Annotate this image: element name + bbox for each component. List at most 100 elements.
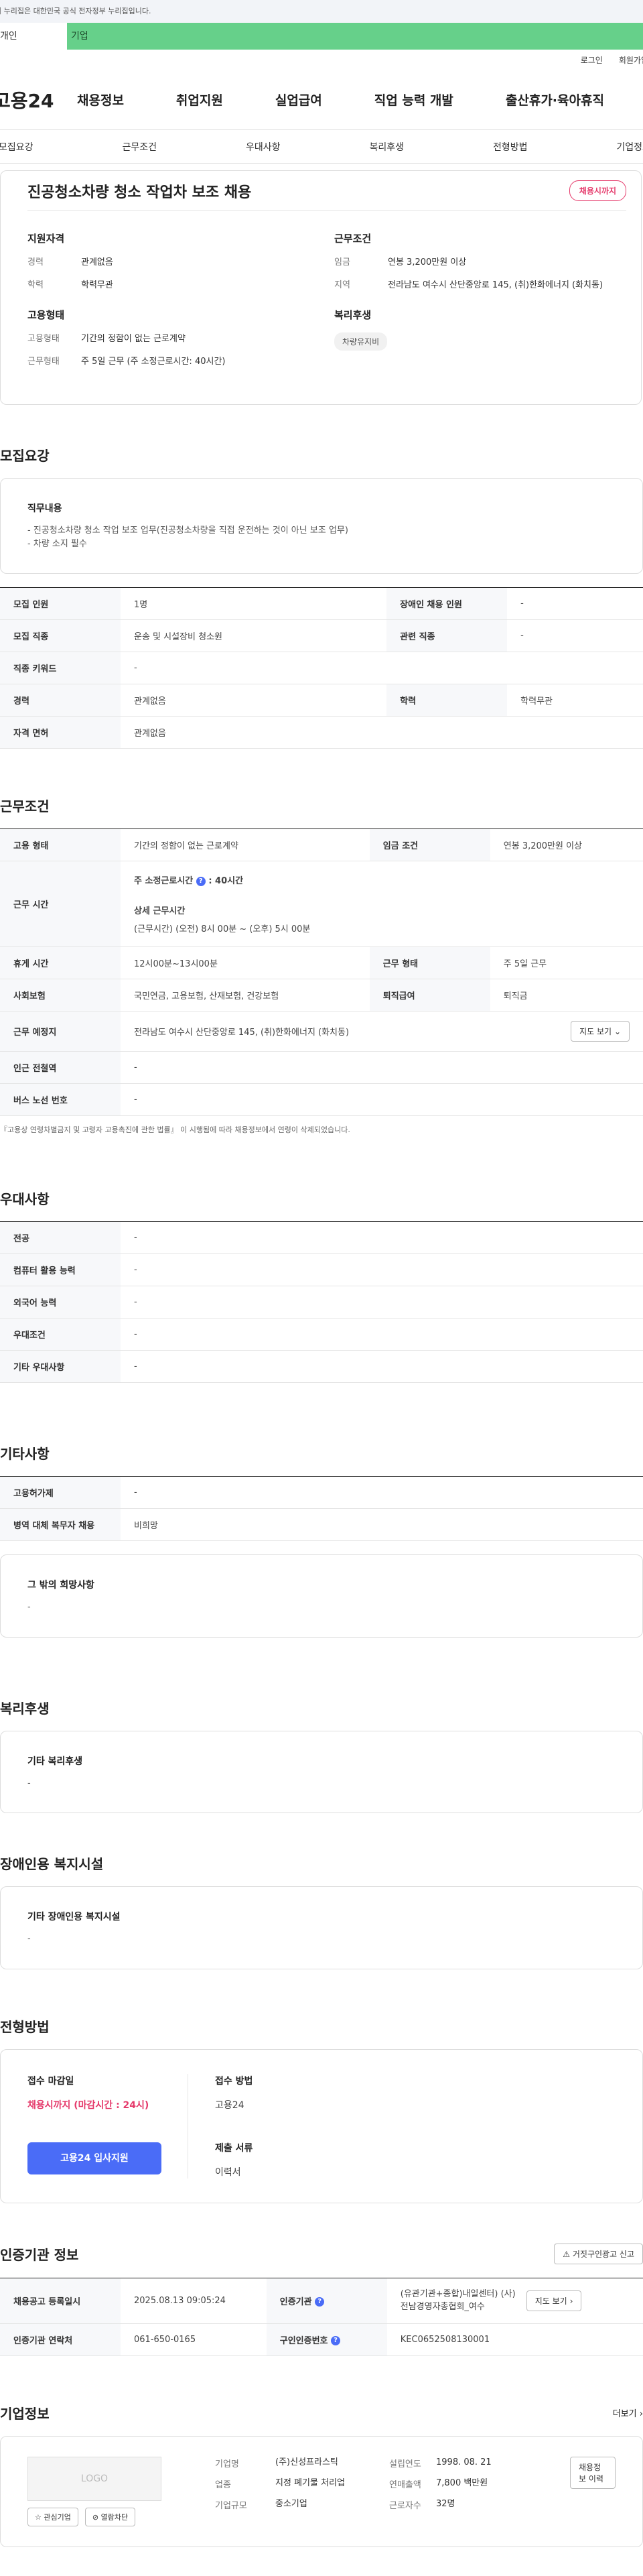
cell-value: -	[121, 1221, 643, 1254]
tab-personal[interactable]: 개인	[0, 23, 67, 50]
interest-button[interactable]: ☆ 관심기업	[27, 2507, 78, 2526]
label: 임금	[334, 257, 350, 267]
deadline-badge: 채용시까지	[569, 180, 626, 201]
tab-company[interactable]: 기업	[67, 23, 643, 50]
section-title-disabled: 장애인용 복지시설	[0, 1856, 104, 1872]
job-summary-card: 진공청소차량 청소 작업차 보조 채용 채용시까지 지원자격 경력 관계없음 학력…	[0, 170, 642, 405]
table-row: 자격 면허 관계없음	[0, 716, 643, 749]
method-value: 고용24	[215, 2099, 244, 2111]
table-row: 모집 인원 1명 장애인 채용 인원 -	[0, 587, 643, 620]
employment-block: 고용형태 고용형태 기간의 정함이 없는 근로계약 근무형태 주 5일 근무 (주 …	[27, 308, 307, 377]
place-cell: 전라남도 여수시 산단중앙로 145, (취)한화에너지 (화치동) 지도 보기…	[121, 1011, 643, 1052]
cell-value: 운송 및 시설장비 청소원	[121, 619, 387, 652]
cell-value: 1명	[121, 587, 387, 620]
section-title-work: 근무조건	[0, 798, 50, 814]
label: 경력	[27, 257, 44, 267]
star-icon: ☆	[35, 2512, 42, 2522]
map-button[interactable]: 지도 보기 ⌄	[571, 1021, 630, 1042]
cell-value: 퇴직금	[490, 979, 643, 1011]
cell-label: 자격 면허	[0, 716, 121, 749]
chevron-right-icon: ›	[639, 2408, 643, 2419]
signup-link[interactable]: 회원가입	[619, 54, 643, 66]
qualification-block: 지원자격 경력 관계없음 학력 학력무관	[27, 231, 307, 301]
hours-main-label: 주 소정근로시간	[134, 876, 194, 886]
cert-map-button[interactable]: 지도 보기 ›	[526, 2290, 582, 2311]
table-row: 전공 -	[0, 1221, 643, 1254]
more-link[interactable]: 더보기 ›	[613, 2406, 643, 2419]
cell-label: 채용공고 등록일시	[0, 2278, 121, 2324]
table-row: 휴게 시간 12시00분~13시00분 근무 형태 주 5일 근무	[0, 946, 643, 979]
block-button[interactable]: ⊘ 열람차단	[84, 2507, 136, 2526]
cell-label: 관련 직종	[386, 619, 508, 652]
help-icon[interactable]: ?	[331, 2336, 341, 2345]
cell-value: -	[121, 1083, 643, 1116]
gnb-parental-leave[interactable]: 출산휴가·육아휴직	[506, 90, 604, 109]
value: 기간의 정함이 없는 근로계약	[81, 334, 186, 344]
cell-label: 학력	[386, 684, 508, 717]
table-row: 근무 시간 주 소정근로시간 ? : 40시간 상세 근무시간 (근무시간) (…	[0, 861, 643, 947]
subnav-preference[interactable]: 우대사항	[246, 140, 281, 154]
qualification-title: 지원자격	[27, 233, 65, 245]
welfare-title: 복리후생	[334, 309, 372, 321]
duty-line: - 진공청소차량 청소 작업 보조 업무(진공청소차량을 직접 운전하는 것이 …	[27, 526, 348, 536]
section-title-process: 전형방법	[0, 2018, 50, 2035]
label: 고용형태	[27, 334, 60, 344]
duty-line: - 차량 소지 필수	[27, 538, 87, 549]
gnb-unemployment-benefit[interactable]: 실업급여	[275, 90, 322, 109]
disabled-box: 기타 장애인용 복지시설 -	[0, 1886, 643, 1969]
cell-label: 인증기관 연락처	[0, 2323, 121, 2356]
subnav-welfare[interactable]: 복리후생	[369, 140, 404, 154]
help-icon[interactable]: ?	[196, 876, 206, 886]
cert-table: 채용공고 등록일시 2025.08.13 09:05:24 인증기관 ? (유관…	[0, 2277, 643, 2356]
job-title: 진공청소차량 청소 작업차 보조 채용	[27, 184, 252, 201]
cell-value: -	[507, 587, 643, 620]
work-table: 고용 형태 기간의 정함이 없는 근로계약 임금 조건 연봉 3,200만원 이…	[0, 829, 643, 1116]
section-title-welfare: 복리후생	[0, 1700, 50, 1717]
cell-value: 연봉 3,200만원 이상	[490, 829, 643, 861]
cell-value: 학력무관	[507, 684, 643, 717]
hours-detail: (근무시간) (오전) 8시 00분 ~ (오후) 5시 00분	[134, 924, 311, 934]
cell-label: 휴게 시간	[0, 946, 121, 979]
chevron-down-icon: ⌄	[614, 1027, 621, 1036]
table-row: 직종 키워드 -	[0, 652, 643, 684]
condition-block: 근무조건 임금 연봉 3,200만원 이상 지역 전라남도 여수시 산단중앙로 14…	[334, 231, 614, 301]
condition-title: 근무조건	[334, 233, 372, 245]
cell-value: 2025.08.13 09:05:24	[121, 2278, 267, 2324]
welfare-block: 복리후생 차량유지비	[334, 308, 614, 377]
help-icon[interactable]: ?	[315, 2297, 325, 2307]
cell-value: -	[121, 1350, 643, 1383]
subnav-conditions[interactable]: 근무조건	[122, 140, 157, 154]
cell-label: 모집 인원	[0, 587, 121, 620]
cell-value: 국민연금, 고용보험, 산재보험, 건강보험	[121, 979, 370, 1011]
hours-detail-label: 상세 근무시간	[134, 906, 186, 916]
hope-box: 그 밖의 희망사항 -	[0, 1554, 643, 1638]
apply-button[interactable]: 고용24 입사지원	[27, 2142, 161, 2174]
gnb-job-training[interactable]: 직업 능력 개발	[374, 90, 453, 109]
site-logo[interactable]: 고용24	[0, 86, 77, 113]
user-type-tabs: 개인 기업	[0, 23, 643, 50]
block-label: 열람차단	[100, 2512, 129, 2522]
section-title-etc: 기타사항	[0, 1446, 50, 1462]
duty-title: 직무내용	[27, 503, 62, 514]
label: 설립연도	[389, 2459, 421, 2469]
value: 연봉 3,200만원 이상	[388, 257, 467, 267]
cert-org-value: (유관기관+종합)내일센터) (사)전남경영자총협회_여수	[400, 2288, 516, 2313]
company-info: 기업명 (주)신성프라스틱 설립연도 1998. 08. 21 업종 지정 폐기…	[215, 2457, 570, 2526]
cell-label: 모집 직종	[0, 619, 121, 652]
cert-org-cell: (유관기관+종합)내일센터) (사)전남경영자총협회_여수 지도 보기 ›	[386, 2278, 643, 2324]
table-row: 근무 예정지 전라남도 여수시 산단중앙로 145, (취)한화에너지 (화치동…	[0, 1011, 643, 1052]
login-link[interactable]: 로그인	[581, 54, 603, 66]
cell-value: 12시00분~13시00분	[121, 946, 370, 979]
gnb-jobs[interactable]: 채용정보	[77, 90, 124, 109]
label: 업종	[215, 2479, 231, 2490]
recruit-history-button[interactable]: 채용정보 이력	[570, 2456, 616, 2489]
subnav-process[interactable]: 전형방법	[493, 140, 528, 154]
table-row: 우대조건 -	[0, 1318, 643, 1351]
subnav-company[interactable]: 기업정보	[616, 140, 643, 154]
subnav-recruit[interactable]: 모집요강	[0, 140, 33, 154]
chevron-right-icon: ›	[569, 2296, 573, 2306]
cell-value: -	[121, 652, 643, 684]
report-button[interactable]: ⚠ 거짓구인광고 신고	[554, 2243, 643, 2264]
gnb-employment-support[interactable]: 취업지원	[176, 90, 223, 109]
recruit-table: 모집 인원 1명 장애인 채용 인원 - 모집 직종 운송 및 시설장비 청소원…	[0, 587, 643, 749]
